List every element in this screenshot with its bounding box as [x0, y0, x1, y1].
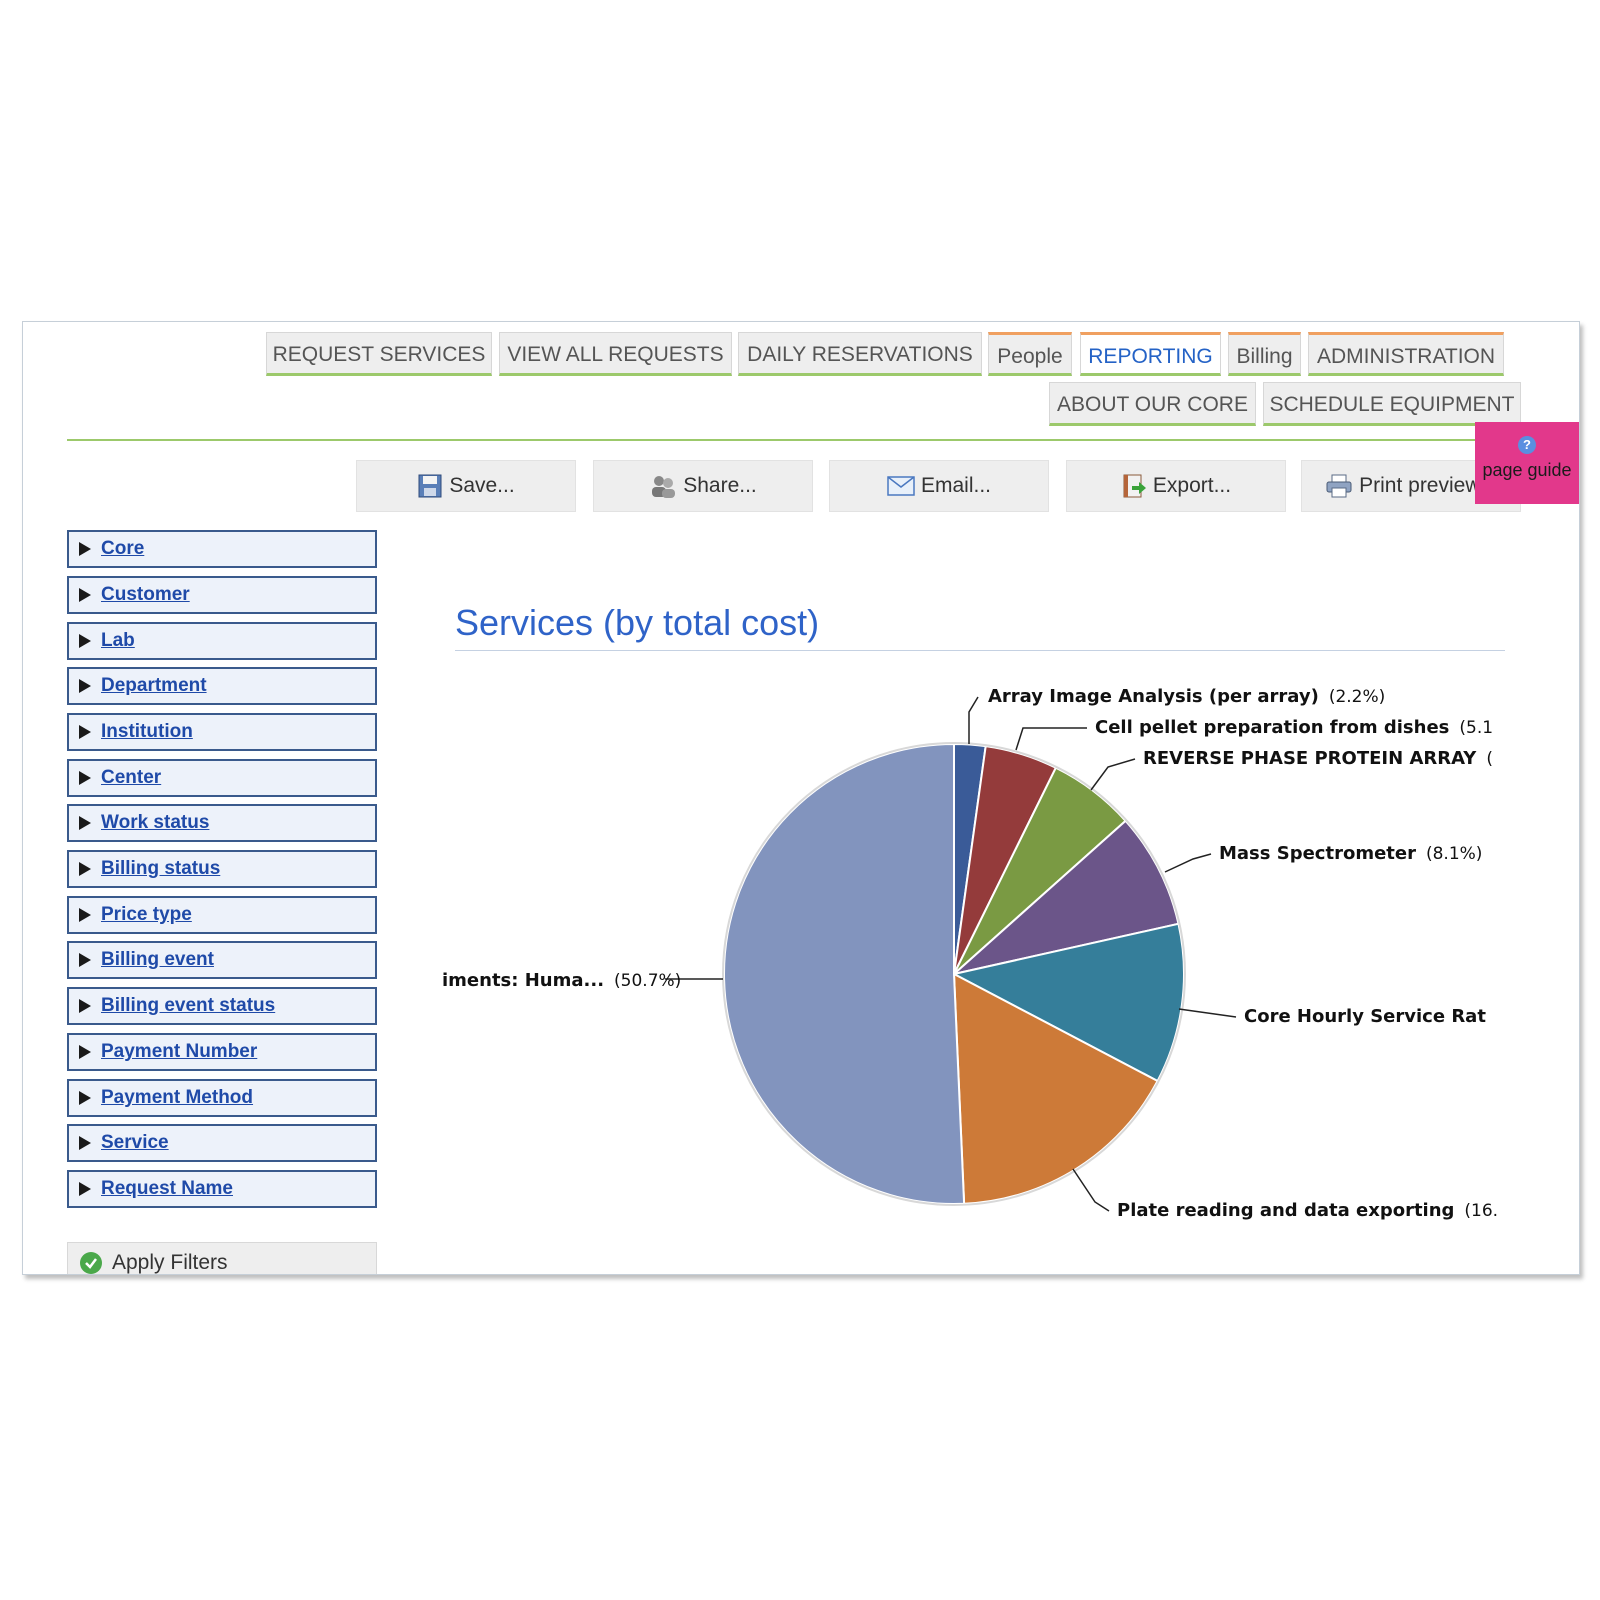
pie-leader-line	[1015, 727, 1087, 751]
pie-chart: Array Image Analysis (per array) (2.2%) Ce…	[442, 686, 1498, 1221]
pie-slice-label: Array Image Analysis (per array) (2.2%)	[988, 686, 1385, 707]
pie-slice-label: Core Hourly Service Rat	[1244, 1006, 1486, 1027]
pie-leader-line	[1178, 1008, 1237, 1018]
pie-leader-line	[968, 696, 979, 744]
pie-leader-line	[1164, 853, 1212, 873]
pie-leader-line	[1072, 1168, 1110, 1212]
pie-slice-label: Cell pellet preparation from dishes (5.1	[1095, 717, 1493, 738]
pie-slice-label: REVERSE PHASE PROTEIN ARRAY(	[1143, 748, 1493, 769]
pie-leader-line	[1090, 758, 1136, 791]
pie-slice-label: Plate reading and data exporting (16.	[1117, 1200, 1498, 1221]
app-frame: REQUEST SERVICES VIEW ALL REQUESTS DAILY…	[22, 321, 1580, 1275]
pie-slice-label: Mass Spectrometer (8.1%)	[1219, 843, 1482, 864]
pie-slice-label: iments: Huma... (50.7%)	[442, 970, 681, 991]
pie-slice	[723, 742, 966, 1205]
